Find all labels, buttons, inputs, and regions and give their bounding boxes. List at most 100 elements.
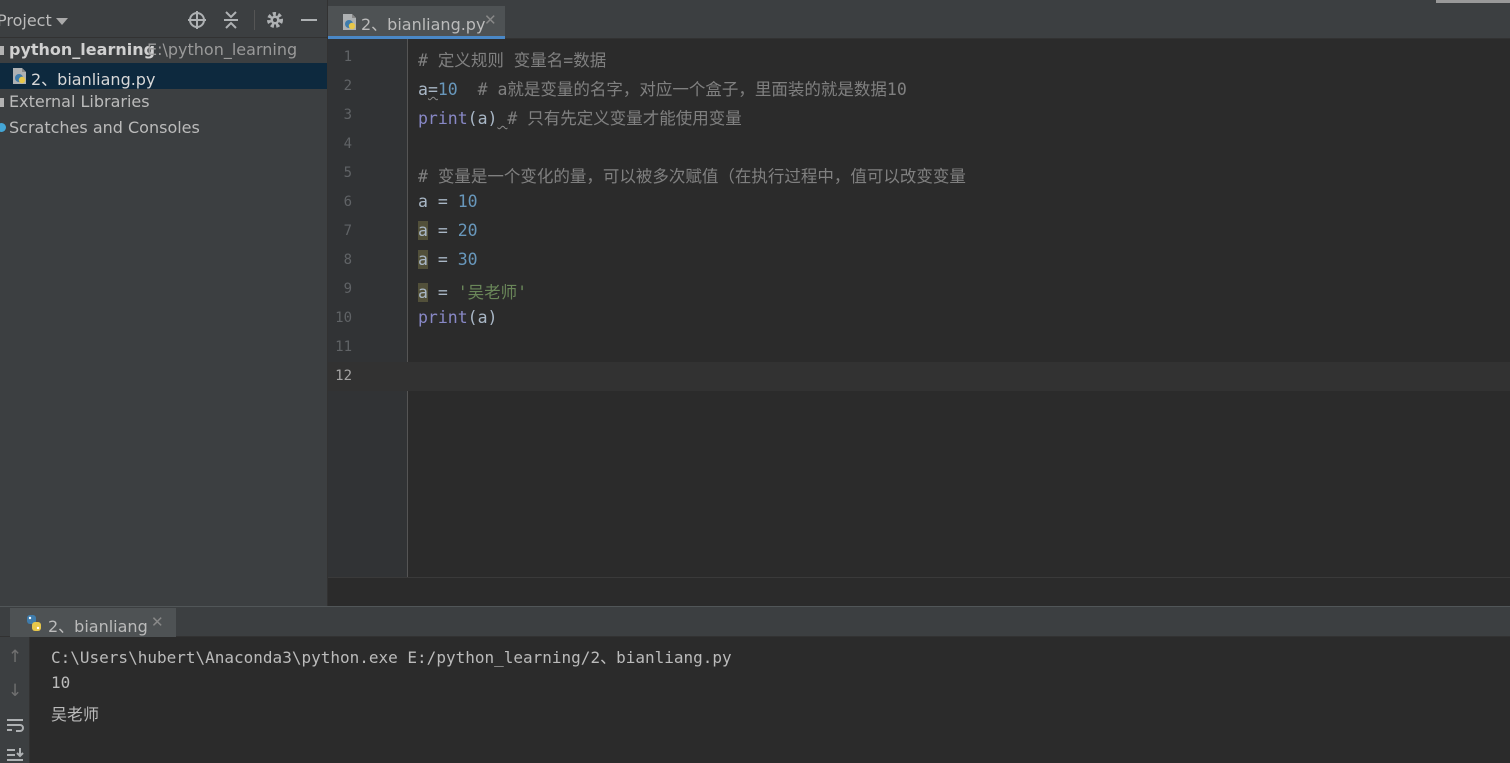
external-libraries-label: External Libraries xyxy=(9,92,150,111)
code-line[interactable]: 9 a = '吴老师' xyxy=(328,275,1510,304)
arrow-down-icon[interactable]: ↓ xyxy=(3,679,27,703)
line-number: 1 xyxy=(343,49,352,65)
editor-tab-bar: 2、bianliang.py ✕ xyxy=(328,0,1510,39)
code-token: (a) xyxy=(467,109,498,128)
gear-icon[interactable] xyxy=(265,10,285,30)
line-number: 2 xyxy=(343,78,352,94)
code-token: # 定义规则 变量名=数据 xyxy=(418,51,607,70)
project-panel: Project python_learning E:\python_learni… xyxy=(0,0,328,606)
code-token: # a就是变量的名字，对应一个盒子，里面装的就是数据10 xyxy=(457,80,907,99)
folder-icon xyxy=(0,46,4,55)
editor-tab-label: 2、bianliang.py xyxy=(361,15,486,34)
line-number: 9 xyxy=(343,281,352,297)
code-line[interactable]: 10 print(a) xyxy=(328,304,1510,333)
line-number: 12 xyxy=(335,368,352,384)
code-text: a = 20 xyxy=(418,221,478,240)
crosshair-icon[interactable] xyxy=(187,10,207,30)
line-number: 6 xyxy=(343,194,352,210)
code-token: (a) xyxy=(467,308,498,327)
code-token: '吴老师' xyxy=(457,283,528,302)
file-name: 2、bianliang.py xyxy=(31,70,156,89)
code-line[interactable]: 2 a=10 # a就是变量的名字，对应一个盒子，里面装的就是数据10 xyxy=(328,72,1510,101)
line-number: 7 xyxy=(343,223,352,239)
code-line[interactable]: 3 print(a) # 只有先定义变量才能使用变量 xyxy=(328,101,1510,130)
code-text: # 变量是一个变化的量，可以被多次赋值（在执行过程中，值可以改变变量 xyxy=(418,163,966,187)
scratches-label: Scratches and Consoles xyxy=(9,118,200,137)
tree-item-file[interactable]: 2、bianliang.py xyxy=(0,63,327,89)
chevron-down-icon[interactable] xyxy=(56,18,68,25)
console-line-command: C:\Users\hubert\Anaconda3\python.exe E:/… xyxy=(51,648,732,667)
code-line[interactable]: 5 # 变量是一个变化的量，可以被多次赋值（在执行过程中，值可以改变变量 xyxy=(328,159,1510,188)
code-token: print xyxy=(418,308,468,327)
library-icon xyxy=(0,98,4,107)
run-tab-label: 2、bianliang xyxy=(48,617,148,636)
code-line[interactable]: 7 a = 20 xyxy=(328,217,1510,246)
code-token: = xyxy=(427,80,438,99)
soft-wrap-icon[interactable] xyxy=(3,713,27,737)
line-number: 10 xyxy=(335,310,352,326)
tree-item-scratches[interactable]: Scratches and Consoles xyxy=(0,115,327,141)
code-token: # 变量是一个变化的量，可以被多次赋值（在执行过程中，值可以改变变量 xyxy=(418,167,966,186)
window-edge xyxy=(1436,0,1510,3)
code-text: a = 30 xyxy=(418,250,478,269)
arrow-up-icon[interactable]: ↑ xyxy=(3,645,27,669)
code-token: = xyxy=(427,250,458,269)
code-editor[interactable]: 1 # 定义规则 变量名=数据 2 a=10 # a就是变量的名字，对应一个盒子，里面… xyxy=(328,39,1510,577)
code-token: a xyxy=(418,192,428,211)
run-console: ↑ ↓ C:\Users\hubert\Anaconda3\python.exe… xyxy=(0,637,1510,763)
code-token: 20 xyxy=(457,221,478,240)
code-text: print(a) xyxy=(418,308,497,327)
code-token: 10 xyxy=(457,192,478,211)
code-token: a xyxy=(418,250,428,269)
line-number: 4 xyxy=(343,136,352,152)
code-token: print xyxy=(418,109,468,128)
code-text: # 定义规则 变量名=数据 xyxy=(418,47,606,71)
code-text: a=10 # a就是变量的名字，对应一个盒子，里面装的就是数据10 xyxy=(418,76,907,100)
code-line[interactable]: 8 a = 30 xyxy=(328,246,1510,275)
code-token: # 只有先定义变量才能使用变量 xyxy=(507,109,742,128)
code-line[interactable]: 12 xyxy=(328,362,1510,391)
code-token: = xyxy=(427,192,458,211)
code-token: = xyxy=(427,283,458,302)
code-line[interactable]: 4 xyxy=(328,130,1510,159)
console-line-output: 10 xyxy=(51,673,71,692)
python-icon xyxy=(24,613,44,637)
editor-breadcrumb-bar xyxy=(328,577,1510,606)
line-number: 11 xyxy=(335,339,352,355)
code-token: a xyxy=(418,80,428,99)
code-line[interactable]: 1 # 定义规则 变量名=数据 xyxy=(328,43,1510,72)
code-token: a xyxy=(418,221,428,240)
run-tab[interactable]: 2、bianliang ✕ xyxy=(10,608,176,638)
console-line-output: 吴老师 xyxy=(51,705,100,724)
code-text: a = 10 xyxy=(418,192,478,211)
code-token: a xyxy=(418,283,428,302)
tree-item-project-root[interactable]: python_learning E:\python_learning xyxy=(0,37,327,63)
close-icon[interactable]: ✕ xyxy=(151,613,164,631)
python-file-icon xyxy=(341,13,359,35)
project-header: Project xyxy=(0,0,328,38)
close-icon[interactable]: ✕ xyxy=(484,11,497,29)
minimize-icon[interactable] xyxy=(299,10,319,30)
code-token: 30 xyxy=(457,250,478,269)
line-number: 3 xyxy=(343,107,352,123)
code-text: print(a) # 只有先定义变量才能使用变量 xyxy=(418,105,742,129)
project-root-name: python_learning xyxy=(9,40,156,59)
editor-tab[interactable]: 2、bianliang.py ✕ xyxy=(328,6,505,39)
run-tab-bar: 2、bianliang ✕ xyxy=(0,606,1510,638)
header-separator xyxy=(254,10,255,30)
scratches-icon xyxy=(0,123,6,132)
code-token: 10 xyxy=(437,80,458,99)
python-file-icon xyxy=(11,67,29,89)
code-line[interactable]: 11 xyxy=(328,333,1510,362)
project-view-selector[interactable]: Project xyxy=(0,11,52,30)
line-number: 5 xyxy=(343,165,352,181)
project-root-path: E:\python_learning xyxy=(147,40,298,59)
scroll-to-end-icon[interactable] xyxy=(3,743,27,763)
collapse-icon[interactable] xyxy=(221,10,241,30)
code-text: a = '吴老师' xyxy=(418,279,527,303)
tree-item-external-libraries[interactable]: External Libraries xyxy=(0,89,327,115)
code-line[interactable]: 6 a = 10 xyxy=(328,188,1510,217)
run-toolbar: ↑ ↓ xyxy=(0,637,30,763)
code-token: = xyxy=(427,221,458,240)
